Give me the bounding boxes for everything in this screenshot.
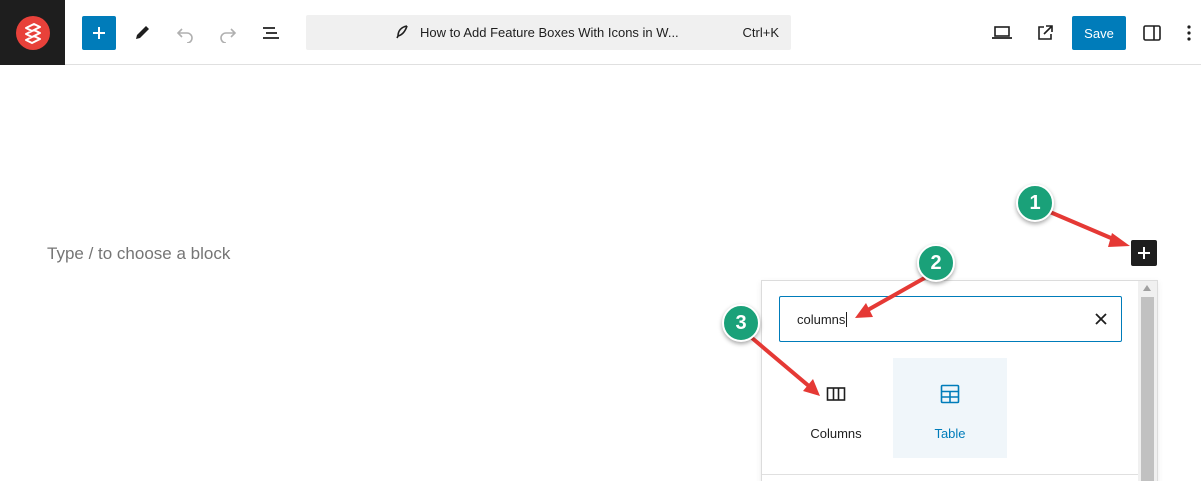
tools-button[interactable] — [125, 16, 159, 50]
scroll-thumb[interactable] — [1141, 297, 1154, 481]
options-menu-button[interactable] — [1178, 16, 1200, 50]
plus-icon — [1138, 247, 1150, 259]
block-inserter-toggle[interactable] — [1131, 240, 1157, 266]
block-search-input[interactable]: columns — [779, 296, 1122, 342]
feather-icon — [396, 25, 408, 39]
external-link-icon — [1038, 25, 1053, 40]
save-button[interactable]: Save — [1072, 16, 1126, 50]
block-result-columns[interactable]: Columns — [779, 358, 893, 458]
step-badge-3: 3 — [722, 304, 760, 342]
popover-scrollbar[interactable] — [1138, 281, 1157, 481]
redo-button[interactable] — [211, 16, 245, 50]
site-logo-icon[interactable] — [0, 0, 65, 65]
undo-button[interactable] — [168, 16, 202, 50]
sidebar-icon — [1143, 25, 1161, 41]
block-inserter-popover: columns Columns Table — [761, 280, 1158, 481]
command-palette-bar[interactable]: How to Add Feature Boxes With Icons in W… — [306, 15, 791, 50]
text-caret — [846, 312, 848, 327]
plus-icon — [93, 27, 105, 39]
keyboard-shortcut: Ctrl+K — [742, 25, 779, 40]
search-value-text: columns — [797, 312, 846, 327]
empty-block-placeholder[interactable]: Type / to choose a block — [47, 244, 230, 264]
columns-icon — [826, 387, 846, 401]
list-view-button[interactable] — [254, 16, 288, 50]
more-vertical-icon — [1187, 25, 1191, 41]
pencil-icon — [136, 26, 149, 39]
close-icon — [1095, 313, 1107, 325]
preview-button[interactable] — [985, 16, 1019, 50]
divider — [762, 474, 1139, 475]
list-view-icon — [263, 27, 279, 39]
step-badge-1: 1 — [1016, 184, 1054, 222]
block-result-label: Columns — [810, 426, 862, 441]
add-block-button[interactable] — [82, 16, 116, 50]
desktop-icon — [992, 26, 1012, 39]
block-result-label: Table — [934, 426, 966, 441]
scroll-up-arrow-icon[interactable] — [1143, 285, 1151, 291]
document-title: How to Add Feature Boxes With Icons in W… — [420, 25, 679, 40]
clear-search-button[interactable] — [1091, 309, 1111, 329]
undo-icon — [176, 28, 193, 43]
view-post-button[interactable] — [1028, 16, 1062, 50]
block-result-table[interactable]: Table — [893, 358, 1007, 458]
redo-icon — [220, 28, 237, 43]
settings-sidebar-toggle[interactable] — [1135, 16, 1169, 50]
step-badge-2: 2 — [917, 244, 955, 282]
editor-toolbar: How to Add Feature Boxes With Icons in W… — [0, 0, 1201, 65]
table-icon — [940, 384, 960, 404]
